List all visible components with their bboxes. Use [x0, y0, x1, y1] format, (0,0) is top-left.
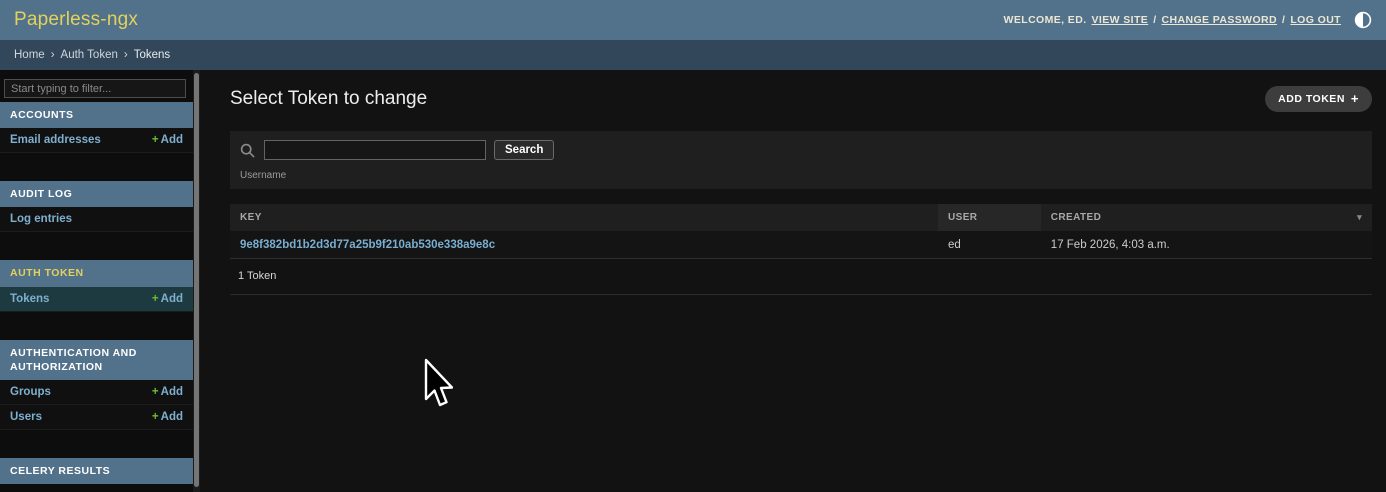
column-header-created[interactable]: CREATED ▾ [1041, 204, 1372, 231]
add-token-button[interactable]: ADD TOKEN + [1265, 86, 1372, 112]
user-tools: WELCOME, ED. VIEW SITE / CHANGE PASSWORD… [1004, 11, 1372, 29]
add-label: Add [161, 411, 183, 423]
app-title: Paperless-ngx [14, 9, 138, 31]
sidebar-section-authentication: AUTHENTICATION AND AUTHORIZATION [0, 340, 193, 380]
sidebar-item-users[interactable]: Users +Add [0, 405, 193, 430]
sidebar-scrollbar-thumb[interactable] [194, 73, 199, 487]
sidebar-item-groups[interactable]: Groups +Add [0, 380, 193, 405]
token-created-cell: 17 Feb 2026, 4:03 a.m. [1041, 239, 1372, 251]
add-token-button-label: ADD TOKEN [1278, 93, 1345, 105]
sidebar-scrollbar[interactable] [193, 70, 200, 492]
main-content: Select Token to change ADD TOKEN + Searc… [200, 70, 1386, 492]
tokens-link[interactable]: Tokens [10, 293, 49, 305]
token-key-cell: 9e8f382bd1b2d3d77a25b9f210ab530e338a9e8c [230, 239, 938, 251]
table-header-row: KEY USER CREATED ▾ [230, 204, 1372, 231]
search-button[interactable]: Search [494, 140, 554, 160]
sidebar-item-email-addresses[interactable]: Email addresses +Add [0, 128, 193, 153]
add-label: Add [161, 134, 183, 146]
table-row: 9e8f382bd1b2d3d77a25b9f210ab530e338a9e8c… [230, 231, 1372, 259]
column-header-created-label: CREATED [1051, 212, 1101, 223]
page-title: Select Token to change [230, 88, 427, 110]
breadcrumb-current: Tokens [134, 49, 170, 61]
groups-link[interactable]: Groups [10, 386, 51, 398]
plus-icon: + [152, 134, 159, 146]
app-header: Paperless-ngx WELCOME, ED. VIEW SITE / C… [0, 0, 1386, 40]
separator: / [1282, 14, 1285, 26]
token-user-cell: ed [938, 239, 1041, 251]
email-addresses-link[interactable]: Email addresses [10, 134, 101, 146]
view-site-link[interactable]: VIEW SITE [1092, 14, 1149, 26]
contrast-icon [1354, 11, 1372, 29]
column-header-key[interactable]: KEY [230, 204, 938, 231]
sidebar-item-log-entries[interactable]: Log entries [0, 207, 193, 232]
breadcrumb-authtoken-link[interactable]: Auth Token [61, 49, 118, 61]
sidebar-section-accounts: ACCOUNTS [0, 102, 193, 128]
change-password-link[interactable]: CHANGE PASSWORD [1162, 14, 1277, 26]
add-label: Add [161, 386, 183, 398]
add-user-link[interactable]: +Add [152, 411, 183, 423]
plus-icon: + [152, 386, 159, 398]
sidebar-section-celery-results: CELERY RESULTS [0, 458, 193, 484]
column-header-user[interactable]: USER [938, 204, 1041, 231]
result-count: 1 Token [230, 259, 1372, 295]
plus-icon: + [152, 293, 159, 305]
breadcrumb-separator: › [124, 49, 128, 61]
sort-arrow-icon[interactable]: ▾ [1357, 212, 1362, 223]
tokens-table: KEY USER CREATED ▾ 9e8f382bd1b2d3d77a25b… [230, 204, 1372, 295]
breadcrumb-home-link[interactable]: Home [14, 49, 45, 61]
token-key-link[interactable]: 9e8f382bd1b2d3d77a25b9f210ab530e338a9e8c [240, 239, 495, 251]
welcome-text: WELCOME, ED. [1004, 14, 1087, 26]
plus-icon: + [152, 411, 159, 423]
add-label: Add [161, 293, 183, 305]
add-email-address-link[interactable]: +Add [152, 134, 183, 146]
search-icon [240, 143, 255, 158]
search-hint-username: Username [240, 170, 1360, 181]
admin-sidebar: ACCOUNTS Email addresses +Add AUDIT LOG … [0, 70, 200, 492]
sidebar-section-auth-token: AUTH TOKEN [0, 260, 193, 286]
sidebar-filter-input[interactable] [4, 79, 186, 98]
log-entries-link[interactable]: Log entries [10, 213, 72, 225]
search-panel: Search Username [230, 131, 1372, 189]
search-input[interactable] [264, 140, 486, 160]
add-group-link[interactable]: +Add [152, 386, 183, 398]
paperless-admin-app: Paperless-ngx WELCOME, ED. VIEW SITE / C… [0, 0, 1386, 492]
add-token-link[interactable]: +Add [152, 293, 183, 305]
breadcrumb: Home › Auth Token › Tokens [0, 40, 1386, 70]
theme-toggle-button[interactable] [1354, 11, 1372, 29]
breadcrumb-separator: › [51, 49, 55, 61]
sidebar-item-tokens[interactable]: Tokens +Add [0, 287, 193, 312]
logout-link[interactable]: LOG OUT [1290, 14, 1341, 26]
users-link[interactable]: Users [10, 411, 42, 423]
sidebar-section-audit-log: AUDIT LOG [0, 181, 193, 207]
separator: / [1153, 14, 1156, 26]
plus-icon: + [1351, 94, 1359, 104]
